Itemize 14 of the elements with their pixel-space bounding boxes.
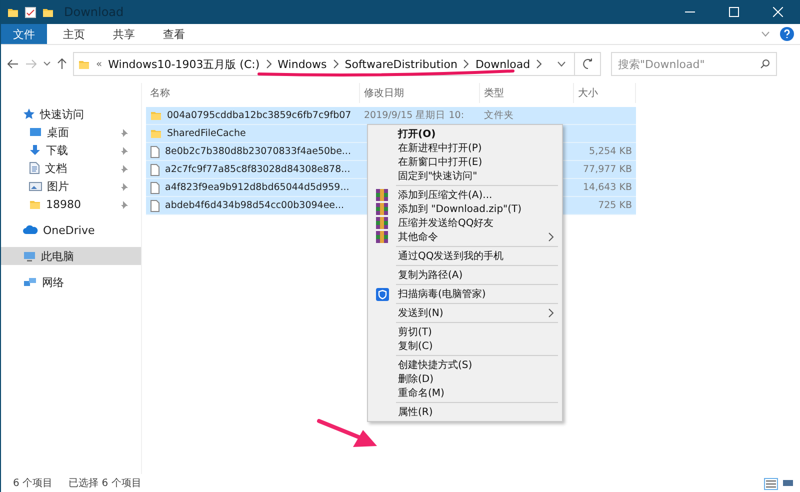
file-name: a4f823f9ea9b912d8bd65044d5d959... [165,182,350,193]
file-name: SharedFileCache [167,128,246,139]
item-count: 6 个项目 [13,477,53,490]
file-name: 8e0b2c7b380d8b23070833f4ae50be... [165,146,351,157]
file-name: 004a0795cddba12bc3859c6fb7c9fb07 [167,110,352,121]
type-cell-text: 文件夹 [483,109,515,122]
file-name: abdeb4f6d434b98d54cc00b3094ee... [165,200,344,211]
size-cell-text: 77,977 KB [582,164,633,175]
date-cell-text: 2019/9/15 星期日 10: [363,109,466,122]
size-cell-text: 5,254 KB [588,146,633,157]
file-name: a2c7fc9f77a85c8f83028d84308e878... [165,164,350,175]
size-cell-text: 725 KB [597,200,633,211]
selection-count: 已选择 6 个项目 [68,476,142,490]
size-cell-text: 14,643 KB [582,182,633,193]
